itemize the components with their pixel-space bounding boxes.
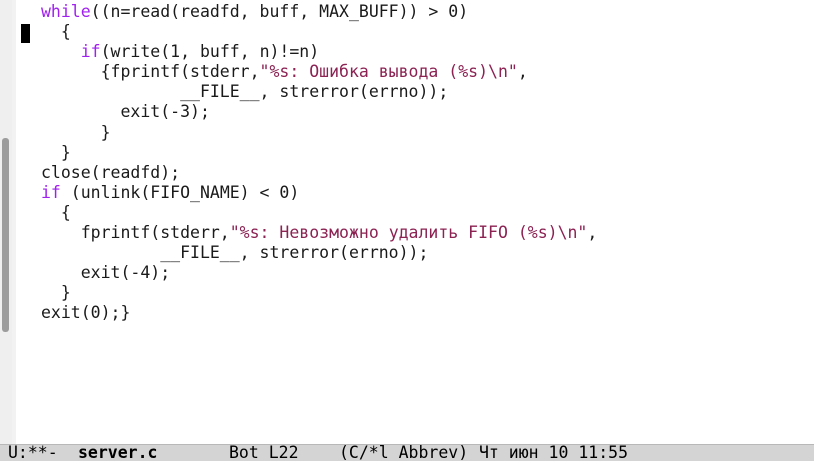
code-line[interactable]: }: [41, 143, 597, 163]
code-token: }: [41, 142, 71, 162]
code-line[interactable]: while((n=read(readfd, buff, MAX_BUFF)) >…: [41, 2, 597, 22]
clock-display: Чт июн 10 11:55: [479, 444, 629, 461]
keyword-token: while: [41, 2, 91, 21]
vertical-scrollbar[interactable]: [0, 0, 12, 444]
code-line[interactable]: {fprintf(stderr,"%s: Ошибка вывода (%s)\…: [41, 62, 597, 82]
scrollbar-thumb[interactable]: [2, 138, 9, 332]
code-token: ((n=read(readfd, buff, MAX_BUFF)) > 0): [90, 2, 469, 21]
code-token: (write(1, buff, n)!=n): [100, 42, 320, 62]
buffer-name[interactable]: server.c: [78, 445, 157, 461]
code-editor-area[interactable]: while((n=read(readfd, buff, MAX_BUFF)) >…: [41, 2, 597, 324]
code-line[interactable]: if (unlink(FIFO_NAME) < 0): [41, 183, 597, 203]
code-token: ,: [517, 62, 528, 82]
major-mode-indicator[interactable]: (C/*l Abbrev): [339, 445, 468, 461]
code-line[interactable]: __FILE__, strerror(errno));: [41, 243, 597, 263]
modified-status: U:**-: [8, 444, 58, 461]
mode-line: U:**- server.c Bot L22 (C/*l Abbrev) Чт …: [0, 444, 814, 461]
code-token: ,: [587, 223, 598, 243]
keyword-token: if: [41, 182, 61, 202]
code-token: (unlink(FIFO_NAME) < 0): [60, 182, 300, 202]
buffer-position: Bot L22: [229, 444, 299, 461]
code-token: close(readfd);: [41, 162, 181, 182]
code-line[interactable]: fprintf(stderr,"%s: Невозможно удалить F…: [41, 223, 598, 243]
code-token: }: [41, 283, 71, 303]
code-line[interactable]: {: [41, 203, 597, 223]
string-token: "%s: Невозможно удалить FIFO (%s)\n": [229, 223, 588, 243]
code-line[interactable]: }: [41, 283, 597, 303]
code-line[interactable]: __FILE__, strerror(errno));: [41, 82, 597, 102]
code-token: exit(-3);: [41, 102, 210, 122]
code-token: exit(-4);: [41, 263, 171, 283]
code-line[interactable]: {: [41, 22, 597, 42]
code-line[interactable]: close(readfd);: [41, 163, 597, 183]
code-line[interactable]: }: [41, 123, 597, 143]
code-token: }: [41, 122, 111, 142]
code-line[interactable]: exit(-4);: [41, 263, 597, 283]
code-token: fprintf(stderr,: [41, 223, 230, 243]
text-cursor: [21, 24, 30, 43]
code-token: {: [41, 202, 71, 222]
string-token: "%s: Ошибка вывода (%s)\n": [259, 62, 518, 82]
code-line[interactable]: exit(0);}: [41, 303, 597, 323]
code-line[interactable]: exit(-3);: [41, 102, 597, 122]
code-token: {fprintf(stderr,: [41, 62, 260, 82]
code-token: __FILE__, strerror(errno));: [41, 243, 429, 263]
code-token: {: [41, 22, 71, 42]
emacs-window: while((n=read(readfd, buff, MAX_BUFF)) >…: [0, 0, 814, 461]
code-line[interactable]: if(write(1, buff, n)!=n): [41, 42, 597, 62]
code-token: exit(0);}: [41, 303, 131, 323]
keyword-token: if: [80, 42, 101, 62]
code-token: __FILE__, strerror(errno));: [41, 82, 449, 102]
